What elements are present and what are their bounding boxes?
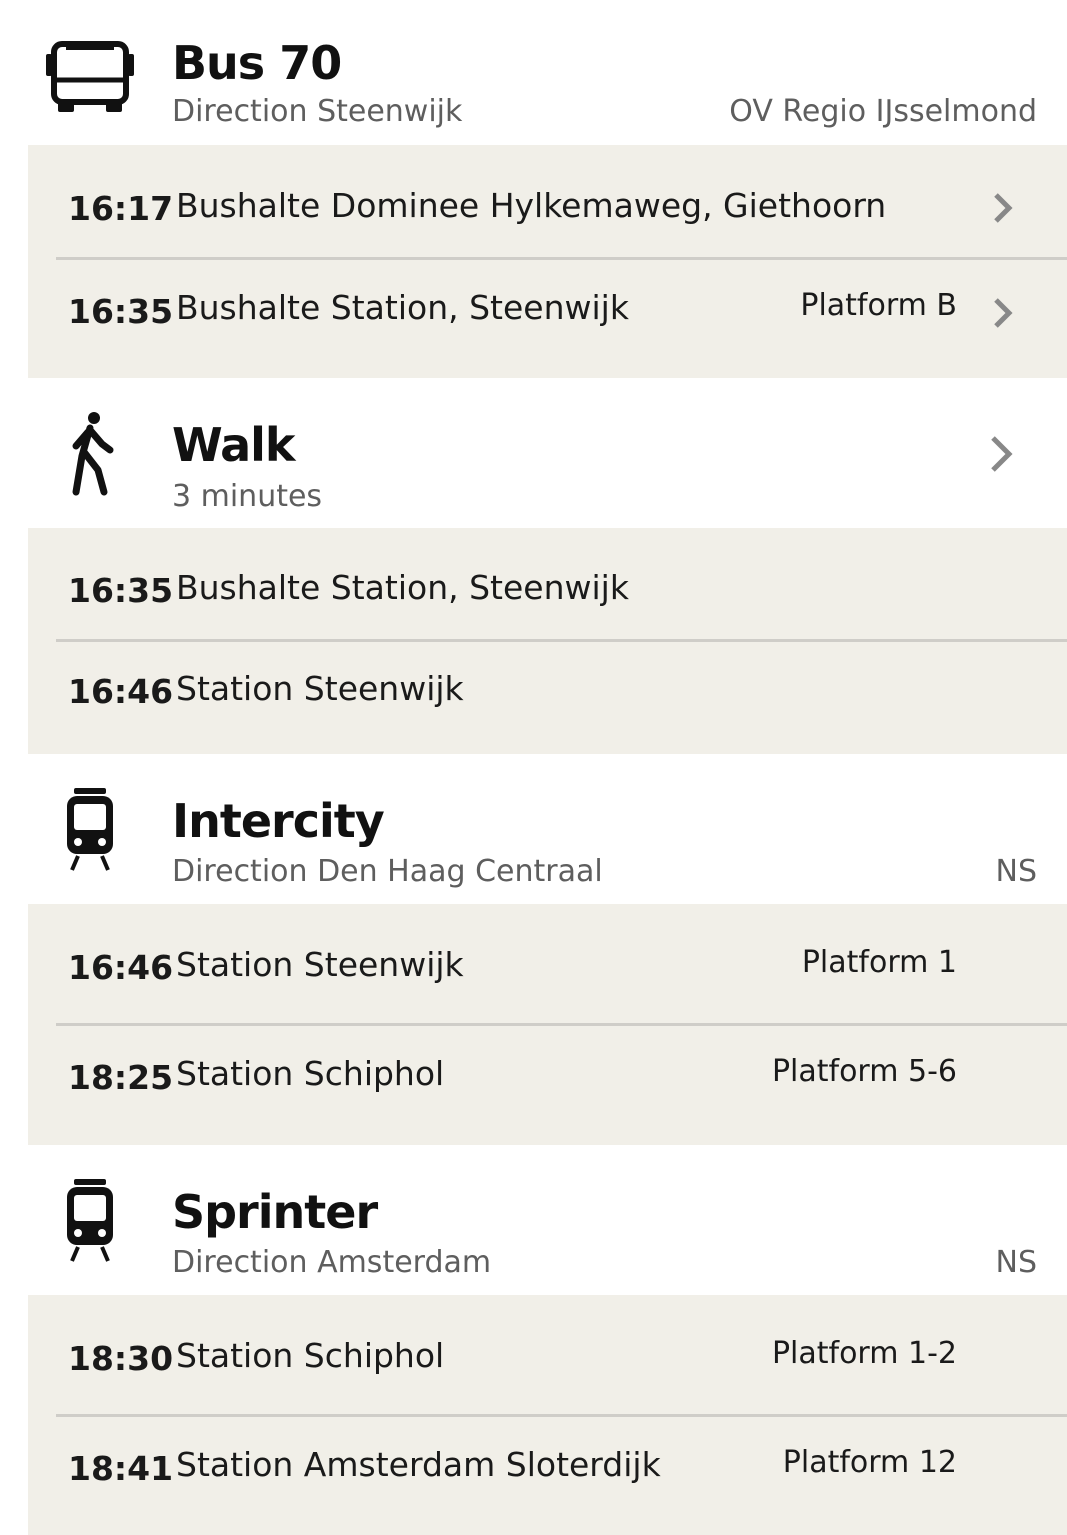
leg-title: Walk xyxy=(172,418,295,472)
stop-name: Bushalte Station, Steenwijk xyxy=(176,288,629,327)
stop-row: 16:46 Station Steenwijk Platform 1 xyxy=(28,904,1067,1023)
stop-platform: Platform B xyxy=(800,288,957,323)
leg-header-intercity: Intercity Direction Den Haag Centraal NS xyxy=(0,754,1067,904)
leg-direction: Direction Amsterdam xyxy=(172,1245,492,1280)
stop-name: Bushalte Dominee Hylkemaweg, Giethoorn xyxy=(176,186,887,225)
stop-name: Station Steenwijk xyxy=(176,945,464,984)
stop-time: 16:46 xyxy=(68,672,174,711)
leg-title: Sprinter xyxy=(172,1185,378,1239)
leg-direction: Direction Steenwijk xyxy=(172,94,463,129)
chevron-right-icon[interactable] xyxy=(991,296,1015,330)
train-icon xyxy=(67,788,113,871)
stop-time: 18:41 xyxy=(68,1449,174,1488)
stop-platform: Platform 5-6 xyxy=(771,1054,957,1089)
stop-platform: Platform 1-2 xyxy=(771,1336,957,1371)
stop-name: Bushalte Station, Steenwijk xyxy=(176,568,629,607)
walk-icon xyxy=(72,412,114,496)
chevron-right-icon[interactable] xyxy=(991,191,1015,225)
leg-header-bus: Bus 70 Direction Steenwijk OV Regio IJss… xyxy=(0,0,1067,145)
leg-header-sprinter: Sprinter Direction Amsterdam NS xyxy=(0,1145,1067,1295)
stop-platform: Platform 12 xyxy=(782,1445,957,1480)
stop-time: 16:46 xyxy=(68,948,174,987)
stop-time: 18:30 xyxy=(68,1339,174,1378)
stop-platform: Platform 1 xyxy=(801,945,957,980)
bus-icon xyxy=(46,41,134,112)
stop-time: 16:17 xyxy=(68,189,174,228)
train-icon xyxy=(67,1179,113,1262)
stop-list: 16:17 Bushalte Dominee Hylkemaweg, Gieth… xyxy=(28,145,1067,378)
walk-duration: 3 minutes xyxy=(172,479,323,514)
stop-time: 16:35 xyxy=(68,292,174,331)
stop-time: 16:35 xyxy=(68,571,174,610)
leg-operator: NS xyxy=(995,1245,1037,1280)
leg-direction: Direction Den Haag Centraal xyxy=(172,854,603,889)
stop-row: 18:30 Station Schiphol Platform 1-2 xyxy=(28,1295,1067,1414)
leg-title: Intercity xyxy=(172,794,385,848)
stop-row: 18:25 Station Schiphol Platform 5-6 xyxy=(28,1026,1067,1145)
stop-list: 18:30 Station Schiphol Platform 1-2 18:4… xyxy=(28,1295,1067,1535)
stop-name: Station Schiphol xyxy=(176,1336,445,1375)
stop-list: 16:35 Bushalte Station, Steenwijk 16:46 … xyxy=(28,528,1067,754)
leg-header-walk[interactable]: Walk 3 minutes xyxy=(0,378,1067,528)
stop-list: 16:46 Station Steenwijk Platform 1 18:25… xyxy=(28,904,1067,1145)
stop-row: 18:41 Station Amsterdam Sloterdijk Platf… xyxy=(28,1417,1067,1535)
stop-name: Station Schiphol xyxy=(176,1054,445,1093)
stop-row[interactable]: 16:17 Bushalte Dominee Hylkemaweg, Gieth… xyxy=(28,145,1067,257)
stop-row: 16:46 Station Steenwijk xyxy=(28,642,1067,754)
stop-name: Station Amsterdam Sloterdijk xyxy=(176,1445,661,1484)
leg-title: Bus 70 xyxy=(172,36,342,90)
stop-row: 16:35 Bushalte Station, Steenwijk xyxy=(28,528,1067,639)
chevron-right-icon[interactable] xyxy=(987,434,1015,474)
leg-operator: OV Regio IJsselmond xyxy=(729,94,1037,129)
leg-operator: NS xyxy=(995,854,1037,889)
stop-name: Station Steenwijk xyxy=(176,669,464,708)
stop-row[interactable]: 16:35 Bushalte Station, Steenwijk Platfo… xyxy=(28,260,1067,378)
stop-time: 18:25 xyxy=(68,1058,174,1097)
